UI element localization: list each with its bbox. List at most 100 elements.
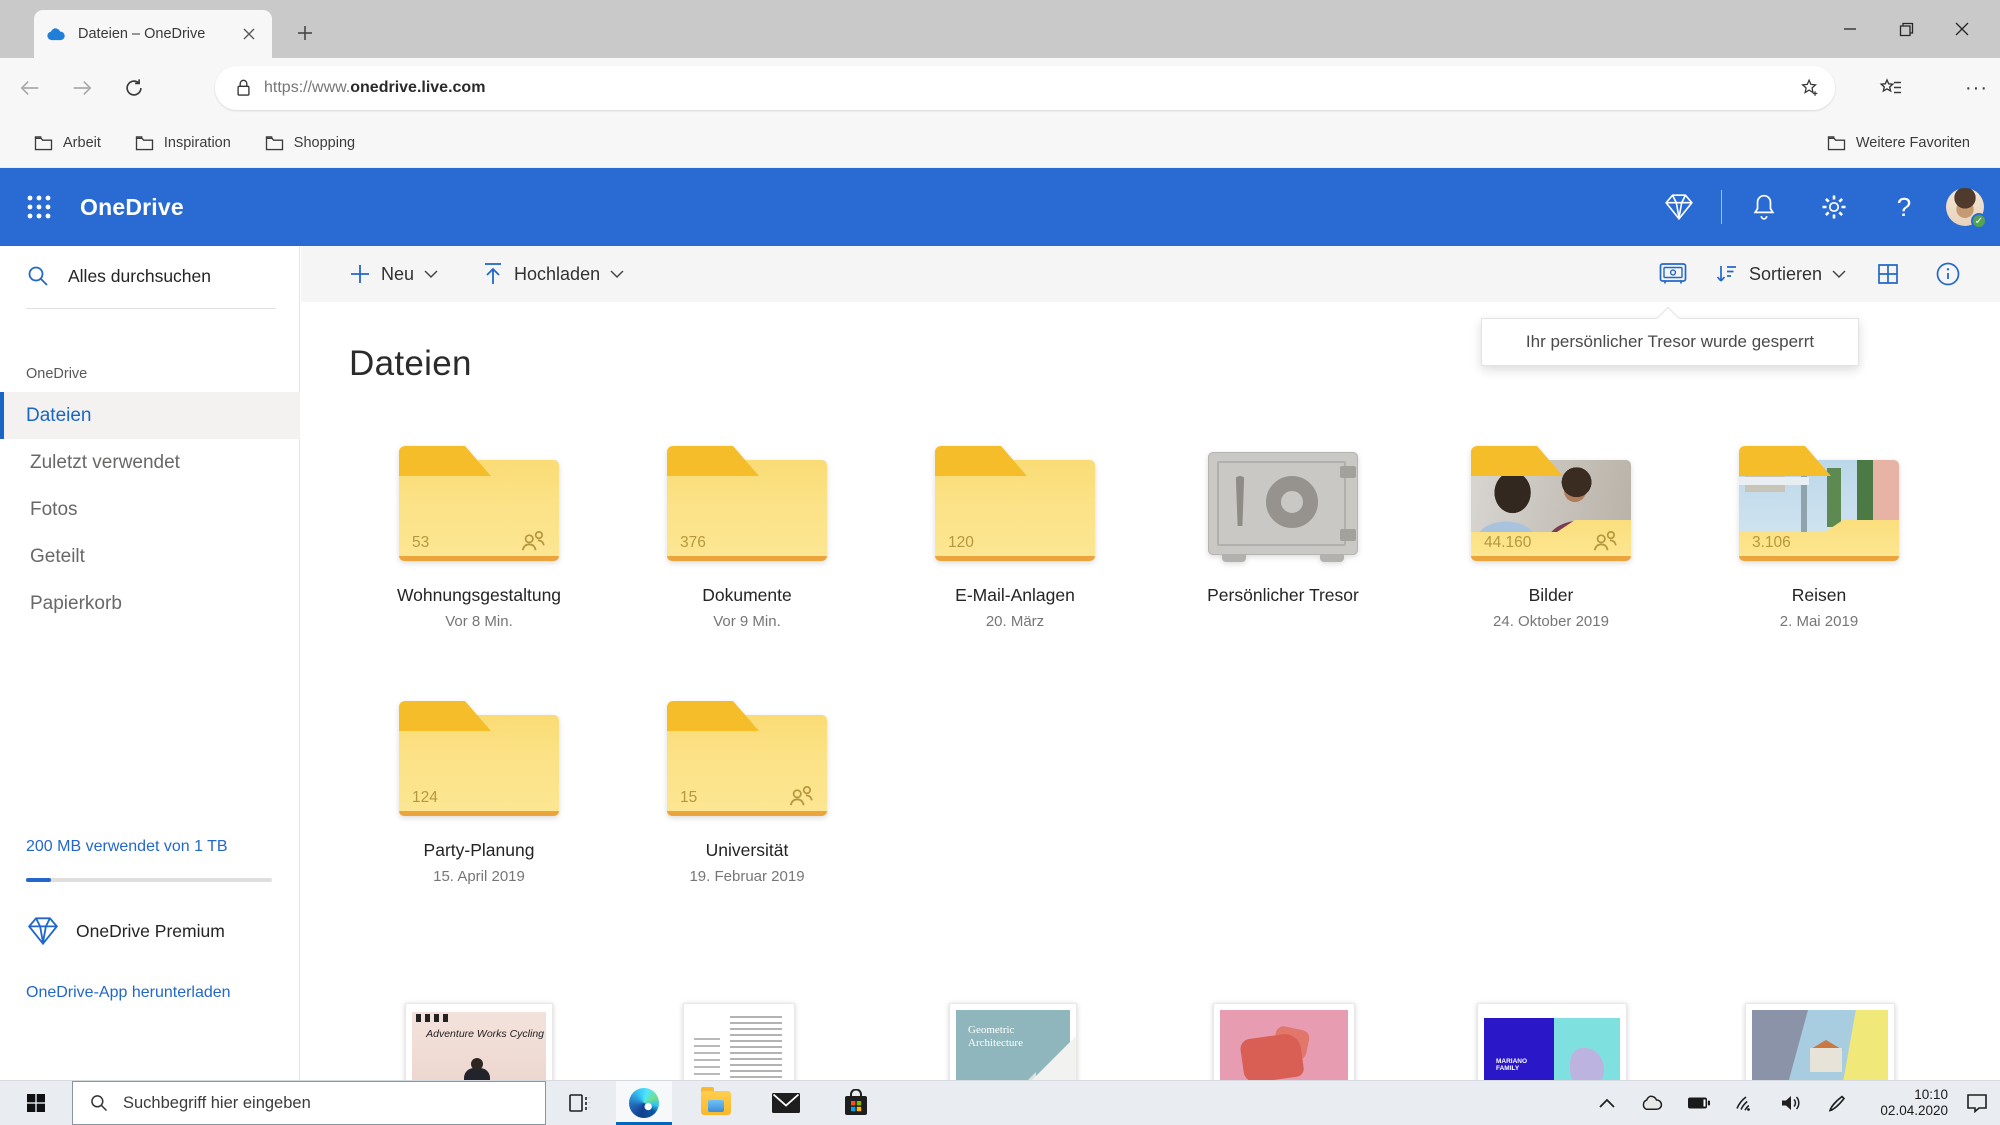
url-text[interactable]: https://www.onedrive.live.com <box>264 79 485 97</box>
taskbar-edge-button[interactable] <box>616 1081 672 1125</box>
storage-usage-link[interactable]: 200 MB verwendet von 1 TB <box>26 838 286 856</box>
browser-toolbar: https://www.onedrive.live.com ··· <box>0 58 2000 118</box>
file-tile-document[interactable] <box>683 1003 795 1080</box>
address-bar[interactable]: https://www.onedrive.live.com <box>215 66 1835 110</box>
screen: Dateien – OneDrive <box>0 0 2000 1125</box>
sidebar-item-geteilt[interactable]: Geteilt <box>0 533 300 580</box>
reload-icon[interactable] <box>112 66 156 110</box>
back-icon[interactable] <box>8 66 52 110</box>
grid-view-icon[interactable] <box>1870 256 1906 292</box>
file-preview-title: Geometric Architecture <box>968 1024 1070 1050</box>
folder-date: Vor 9 Min. <box>713 613 781 630</box>
tray-battery-icon[interactable] <box>1676 1081 1722 1125</box>
onedrive-header-actions: ? ✓ <box>1651 168 1984 246</box>
browser-menu-icon[interactable]: ··· <box>1965 77 1988 100</box>
tray-volume-icon[interactable] <box>1768 1081 1814 1125</box>
folder-tile-reisen[interactable]: 3.106 Reisen 2. Mai 2019 <box>1709 446 1929 630</box>
bookmark-folder-arbeit[interactable]: Arbeit <box>34 135 101 151</box>
shared-people-icon <box>519 529 547 553</box>
app-launcher-icon[interactable] <box>16 184 62 230</box>
folder-tile-dokumente[interactable]: 376 Dokumente Vor 9 Min. <box>637 446 857 630</box>
start-button[interactable] <box>14 1081 58 1125</box>
tooltip-arrow <box>1657 307 1680 330</box>
file-tile-mariano-family[interactable]: MARIANO FAMILY <box>1477 1003 1627 1080</box>
taskbar-store-button[interactable] <box>828 1081 884 1125</box>
lock-icon <box>235 78 252 98</box>
sort-button[interactable]: Sortieren <box>1715 263 1846 285</box>
taskbar-clock[interactable]: 10:10 02.04.2020 <box>1862 1087 1948 1119</box>
tray-onedrive-cloud-icon[interactable] <box>1630 1081 1676 1125</box>
sidebar-item-papierkorb[interactable]: Papierkorb <box>0 580 300 627</box>
bookmarks-bar: Arbeit Inspiration Shopping Weitere Favo… <box>0 118 2000 168</box>
folder-icon: 3.106 <box>1739 446 1899 561</box>
premium-diamond-icon[interactable] <box>1651 183 1707 231</box>
premium-diamond-icon <box>26 916 60 946</box>
tray-chevron-up-icon[interactable] <box>1584 1081 1630 1125</box>
add-favorite-icon[interactable] <box>1799 77 1821 99</box>
notifications-bell-icon[interactable] <box>1736 183 1792 231</box>
tray-wifi-icon[interactable] <box>1722 1081 1768 1125</box>
search-everything[interactable]: Alles durchsuchen <box>26 264 211 288</box>
info-icon[interactable] <box>1930 256 1966 292</box>
vault-tooltip: Ihr persönlicher Tresor wurde gesperrt <box>1481 318 1859 366</box>
tab-close-icon[interactable] <box>238 23 260 45</box>
folder-item-count: 124 <box>412 789 438 807</box>
taskbar-explorer-button[interactable] <box>688 1081 744 1125</box>
folder-name: Universität <box>706 840 789 861</box>
sidebar-item-zuletzt-verwendet[interactable]: Zuletzt verwendet <box>0 439 300 486</box>
folder-item-count: 376 <box>680 534 706 552</box>
sidebar-item-fotos[interactable]: Fotos <box>0 486 300 533</box>
action-center-icon[interactable] <box>1954 1081 2000 1125</box>
taskbar-search[interactable] <box>72 1081 546 1125</box>
help-icon[interactable]: ? <box>1876 183 1932 231</box>
taskbar-search-input[interactable] <box>123 1094 503 1113</box>
file-tile-adventure-works[interactable]: Adventure Works Cycling <box>405 1003 553 1080</box>
vault-tile[interactable]: Persönlicher Tresor <box>1173 446 1393 630</box>
upload-button[interactable]: Hochladen <box>482 262 624 286</box>
new-button[interactable]: Neu <box>349 263 438 285</box>
onedrive-header: OneDrive ? ✓ <box>0 168 2000 246</box>
file-tile-house-illustration[interactable] <box>1745 1003 1895 1080</box>
file-tile-geometric-architecture[interactable]: Geometric Architecture <box>949 1003 1077 1080</box>
forward-icon[interactable] <box>60 66 104 110</box>
search-icon <box>89 1093 109 1113</box>
search-label: Alles durchsuchen <box>68 266 211 287</box>
folder-tile-party-planung[interactable]: 124 Party-Planung 15. April 2019 <box>369 701 589 885</box>
premium-upsell[interactable]: OneDrive Premium <box>26 916 286 946</box>
browser-toolbar-right: ··· <box>1879 66 1988 110</box>
clock-date: 02.04.2020 <box>1862 1103 1948 1119</box>
collections-icon[interactable] <box>1879 76 1903 100</box>
personal-vault-icon[interactable] <box>1655 256 1691 292</box>
browser-tab[interactable]: Dateien – OneDrive <box>34 10 272 58</box>
tooltip-text: Ihr persönlicher Tresor wurde gesperrt <box>1526 332 1814 352</box>
task-view-button[interactable] <box>552 1081 608 1125</box>
more-favorites[interactable]: Weitere Favoriten <box>1827 135 1970 151</box>
taskbar-mail-button[interactable] <box>758 1081 814 1125</box>
bookmark-folder-shopping[interactable]: Shopping <box>265 135 355 151</box>
storage-progress-fill <box>26 878 51 882</box>
sidebar-divider <box>26 308 276 309</box>
account-avatar[interactable]: ✓ <box>1946 188 1984 226</box>
browser-profile-avatar[interactable] <box>1917 71 1951 105</box>
onedrive-app-name[interactable]: OneDrive <box>80 194 184 221</box>
tray-pen-icon[interactable] <box>1814 1081 1860 1125</box>
folder-date: 24. Oktober 2019 <box>1493 613 1609 630</box>
new-tab-button[interactable] <box>288 16 322 50</box>
folder-tile-bilder[interactable]: 44.160 Bilder 24. Oktober 2019 <box>1441 446 1661 630</box>
sidebar-item-dateien[interactable]: Dateien <box>0 392 300 439</box>
folder-tile-email-anlagen[interactable]: 120 E-Mail-Anlagen 20. März <box>905 446 1125 630</box>
folder-icon: 376 <box>667 446 827 561</box>
folder-tile-wohnungsgestaltung[interactable]: 53 Wohnungsgestaltung Vor 8 Min. <box>369 446 589 630</box>
restore-button[interactable] <box>1878 0 1934 58</box>
sidebar: Alles durchsuchen OneDrive Dateien Zulet… <box>0 246 300 1080</box>
folder-tile-universitaet[interactable]: 15 Universität 19. Februar 2019 <box>637 701 857 885</box>
shared-people-icon <box>787 784 815 808</box>
settings-gear-icon[interactable] <box>1806 183 1862 231</box>
folder-icon: 15 <box>667 701 827 816</box>
bookmark-folder-inspiration[interactable]: Inspiration <box>135 135 231 151</box>
download-app-link[interactable]: OneDrive-App herunterladen <box>26 984 286 1002</box>
minimize-button[interactable] <box>1822 0 1878 58</box>
file-tile-pink-image[interactable] <box>1213 1003 1355 1080</box>
close-window-button[interactable] <box>1934 0 1990 58</box>
folder-date: 19. Februar 2019 <box>689 868 804 885</box>
